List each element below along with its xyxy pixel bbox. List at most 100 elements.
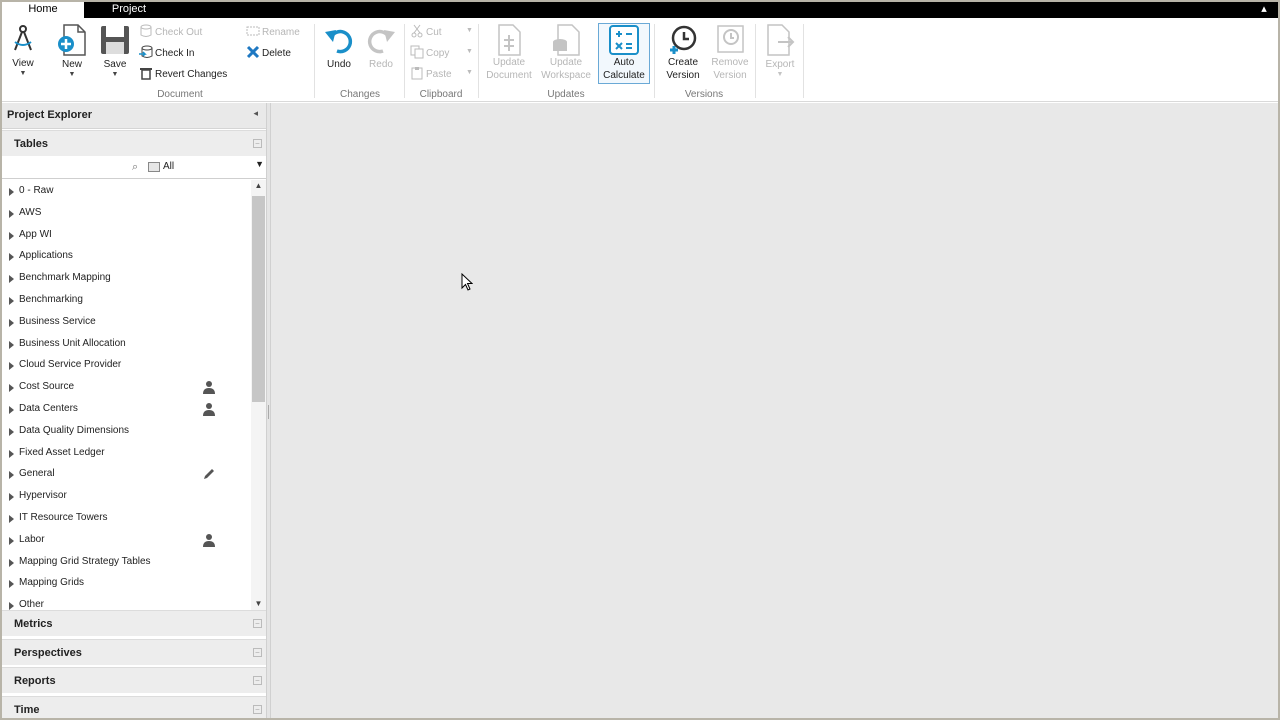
expand-arrow-icon[interactable] — [9, 362, 14, 371]
expand-arrow-icon[interactable] — [9, 231, 14, 240]
remove-version-button[interactable]: Remove Version — [708, 24, 752, 82]
tree-item[interactable]: Business Service — [2, 312, 250, 334]
expand-arrow-icon[interactable] — [9, 275, 14, 284]
chevron-down-icon[interactable]: ▼ — [466, 69, 473, 76]
tree-item[interactable]: Fixed Asset Ledger — [2, 443, 250, 465]
expand-arrow-icon[interactable] — [9, 253, 14, 262]
expand-arrow-icon[interactable] — [9, 427, 14, 436]
tree-item[interactable]: Applications — [2, 246, 250, 268]
chevron-down-icon[interactable]: ▼ — [466, 48, 473, 55]
update-workspace-button[interactable]: Update Workspace — [538, 24, 594, 82]
remove-version-icon — [717, 25, 744, 53]
expand-arrow-icon[interactable] — [9, 209, 14, 218]
minimize-section-icon[interactable]: – — [253, 139, 262, 148]
tree-item[interactable]: Benchmark Mapping — [2, 268, 250, 290]
scroll-up-icon[interactable]: ▲ — [251, 180, 266, 192]
expand-arrow-icon[interactable] — [9, 340, 14, 349]
tree-item[interactable]: App WI — [2, 225, 250, 247]
tree-item-label: Applications — [19, 250, 73, 262]
export-icon — [767, 24, 795, 56]
close-icon — [246, 45, 260, 59]
minimize-section-icon[interactable]: – — [253, 705, 262, 714]
update-document-button[interactable]: Update Document — [484, 24, 534, 82]
tree-scrollbar[interactable]: ▲ ▼ — [251, 180, 266, 610]
chevron-down-icon[interactable]: ▼ — [466, 27, 473, 34]
expand-arrow-icon[interactable] — [9, 536, 14, 545]
tables-tree: 0 - Raw AWS App WI Applications Benchmark Ma… — [2, 180, 266, 610]
section-title-perspectives: Perspectives — [14, 647, 82, 659]
scrollbar-thumb[interactable] — [252, 196, 265, 402]
tree-item[interactable]: Data Quality Dimensions — [2, 421, 250, 443]
tree-item[interactable]: Cloud Service Provider — [2, 355, 250, 377]
delete-button[interactable]: Delete — [246, 45, 291, 63]
tree-item[interactable]: Benchmarking — [2, 290, 250, 312]
check-in-button[interactable]: Check In — [139, 45, 194, 63]
workspace-area[interactable] — [271, 103, 1278, 718]
export-button[interactable]: Export ▼ — [760, 24, 800, 78]
revert-changes-button[interactable]: Revert Changes — [139, 66, 227, 84]
tree-item[interactable]: General — [2, 464, 250, 486]
section-tables[interactable]: Tables – — [2, 130, 266, 156]
tree-item[interactable]: Mapping Grid Strategy Tables — [2, 552, 250, 574]
collapse-panel-icon[interactable]: ◂ — [253, 108, 258, 119]
scroll-down-icon[interactable]: ▼ — [251, 598, 266, 610]
expand-arrow-icon[interactable] — [9, 297, 14, 305]
expand-arrow-icon[interactable] — [9, 515, 14, 523]
create-version-button[interactable]: Create Version — [660, 24, 706, 82]
group-label-versions: Versions — [684, 89, 724, 100]
search-icon[interactable]: ⌕ — [132, 161, 138, 174]
minimize-section-icon[interactable]: – — [253, 676, 262, 685]
cut-button[interactable]: Cut — [410, 24, 442, 42]
undo-button[interactable]: Undo — [320, 24, 358, 71]
revert-changes-label: Revert Changes — [155, 69, 228, 80]
tree-item[interactable]: Hypervisor — [2, 486, 250, 508]
tree-item[interactable]: Other — [2, 595, 250, 610]
rename-button[interactable]: Rename — [246, 24, 300, 42]
expand-arrow-icon[interactable] — [9, 318, 14, 327]
section-title-reports: Reports — [14, 675, 56, 687]
tree-item[interactable]: AWS — [2, 203, 250, 225]
tables-filter[interactable]: ⌕ All ▼ — [2, 157, 266, 179]
expand-arrow-icon[interactable] — [9, 580, 14, 589]
expand-arrow-icon[interactable] — [9, 471, 14, 480]
calculator-icon — [609, 25, 639, 55]
expand-arrow-icon[interactable] — [9, 558, 14, 567]
tab-home[interactable]: Home — [2, 2, 84, 18]
new-document-icon — [58, 24, 86, 56]
new-button[interactable]: New ▼ — [54, 24, 90, 78]
expand-arrow-icon[interactable] — [9, 449, 14, 458]
check-out-button[interactable]: Check Out — [139, 24, 202, 42]
section-time[interactable]: Time – — [2, 696, 266, 718]
section-metrics[interactable]: Metrics – — [2, 610, 266, 636]
save-button[interactable]: Save ▼ — [98, 24, 132, 78]
tab-project[interactable]: Project — [102, 2, 156, 18]
auto-calculate-button[interactable]: Auto Calculate — [598, 23, 650, 84]
expand-arrow-icon[interactable] — [9, 188, 14, 196]
copy-button[interactable]: Copy — [410, 45, 449, 63]
tree-item[interactable]: Data Centers — [2, 399, 250, 421]
section-reports[interactable]: Reports – — [2, 667, 266, 693]
expand-arrow-icon[interactable] — [9, 602, 14, 610]
redo-button[interactable]: Redo — [362, 24, 400, 71]
section-perspectives[interactable]: Perspectives – — [2, 639, 266, 665]
tree-item[interactable]: Labor — [2, 530, 250, 552]
splitter-grip[interactable] — [268, 405, 269, 419]
tree-item[interactable]: Business Unit Allocation — [2, 334, 250, 356]
minimize-section-icon[interactable]: – — [253, 648, 262, 657]
view-button[interactable]: View ▼ — [8, 24, 38, 77]
minimize-section-icon[interactable]: – — [253, 619, 262, 628]
collapse-ribbon-icon[interactable]: ▴ — [1258, 2, 1270, 18]
expand-arrow-icon[interactable] — [9, 384, 14, 393]
chevron-down-icon[interactable]: ▼ — [255, 159, 264, 169]
tree-item[interactable]: Cost Source — [2, 377, 250, 399]
expand-arrow-icon[interactable] — [9, 406, 14, 414]
group-separator — [478, 24, 479, 98]
chevron-down-icon: ▼ — [111, 71, 119, 78]
paste-button[interactable]: Paste — [410, 66, 452, 84]
copy-icon — [410, 45, 424, 59]
expand-arrow-icon[interactable] — [9, 493, 14, 502]
new-label: New — [61, 59, 82, 70]
tree-item[interactable]: IT Resource Towers — [2, 508, 250, 530]
tree-item[interactable]: Mapping Grids — [2, 573, 250, 595]
tree-item[interactable]: 0 - Raw — [2, 181, 250, 203]
